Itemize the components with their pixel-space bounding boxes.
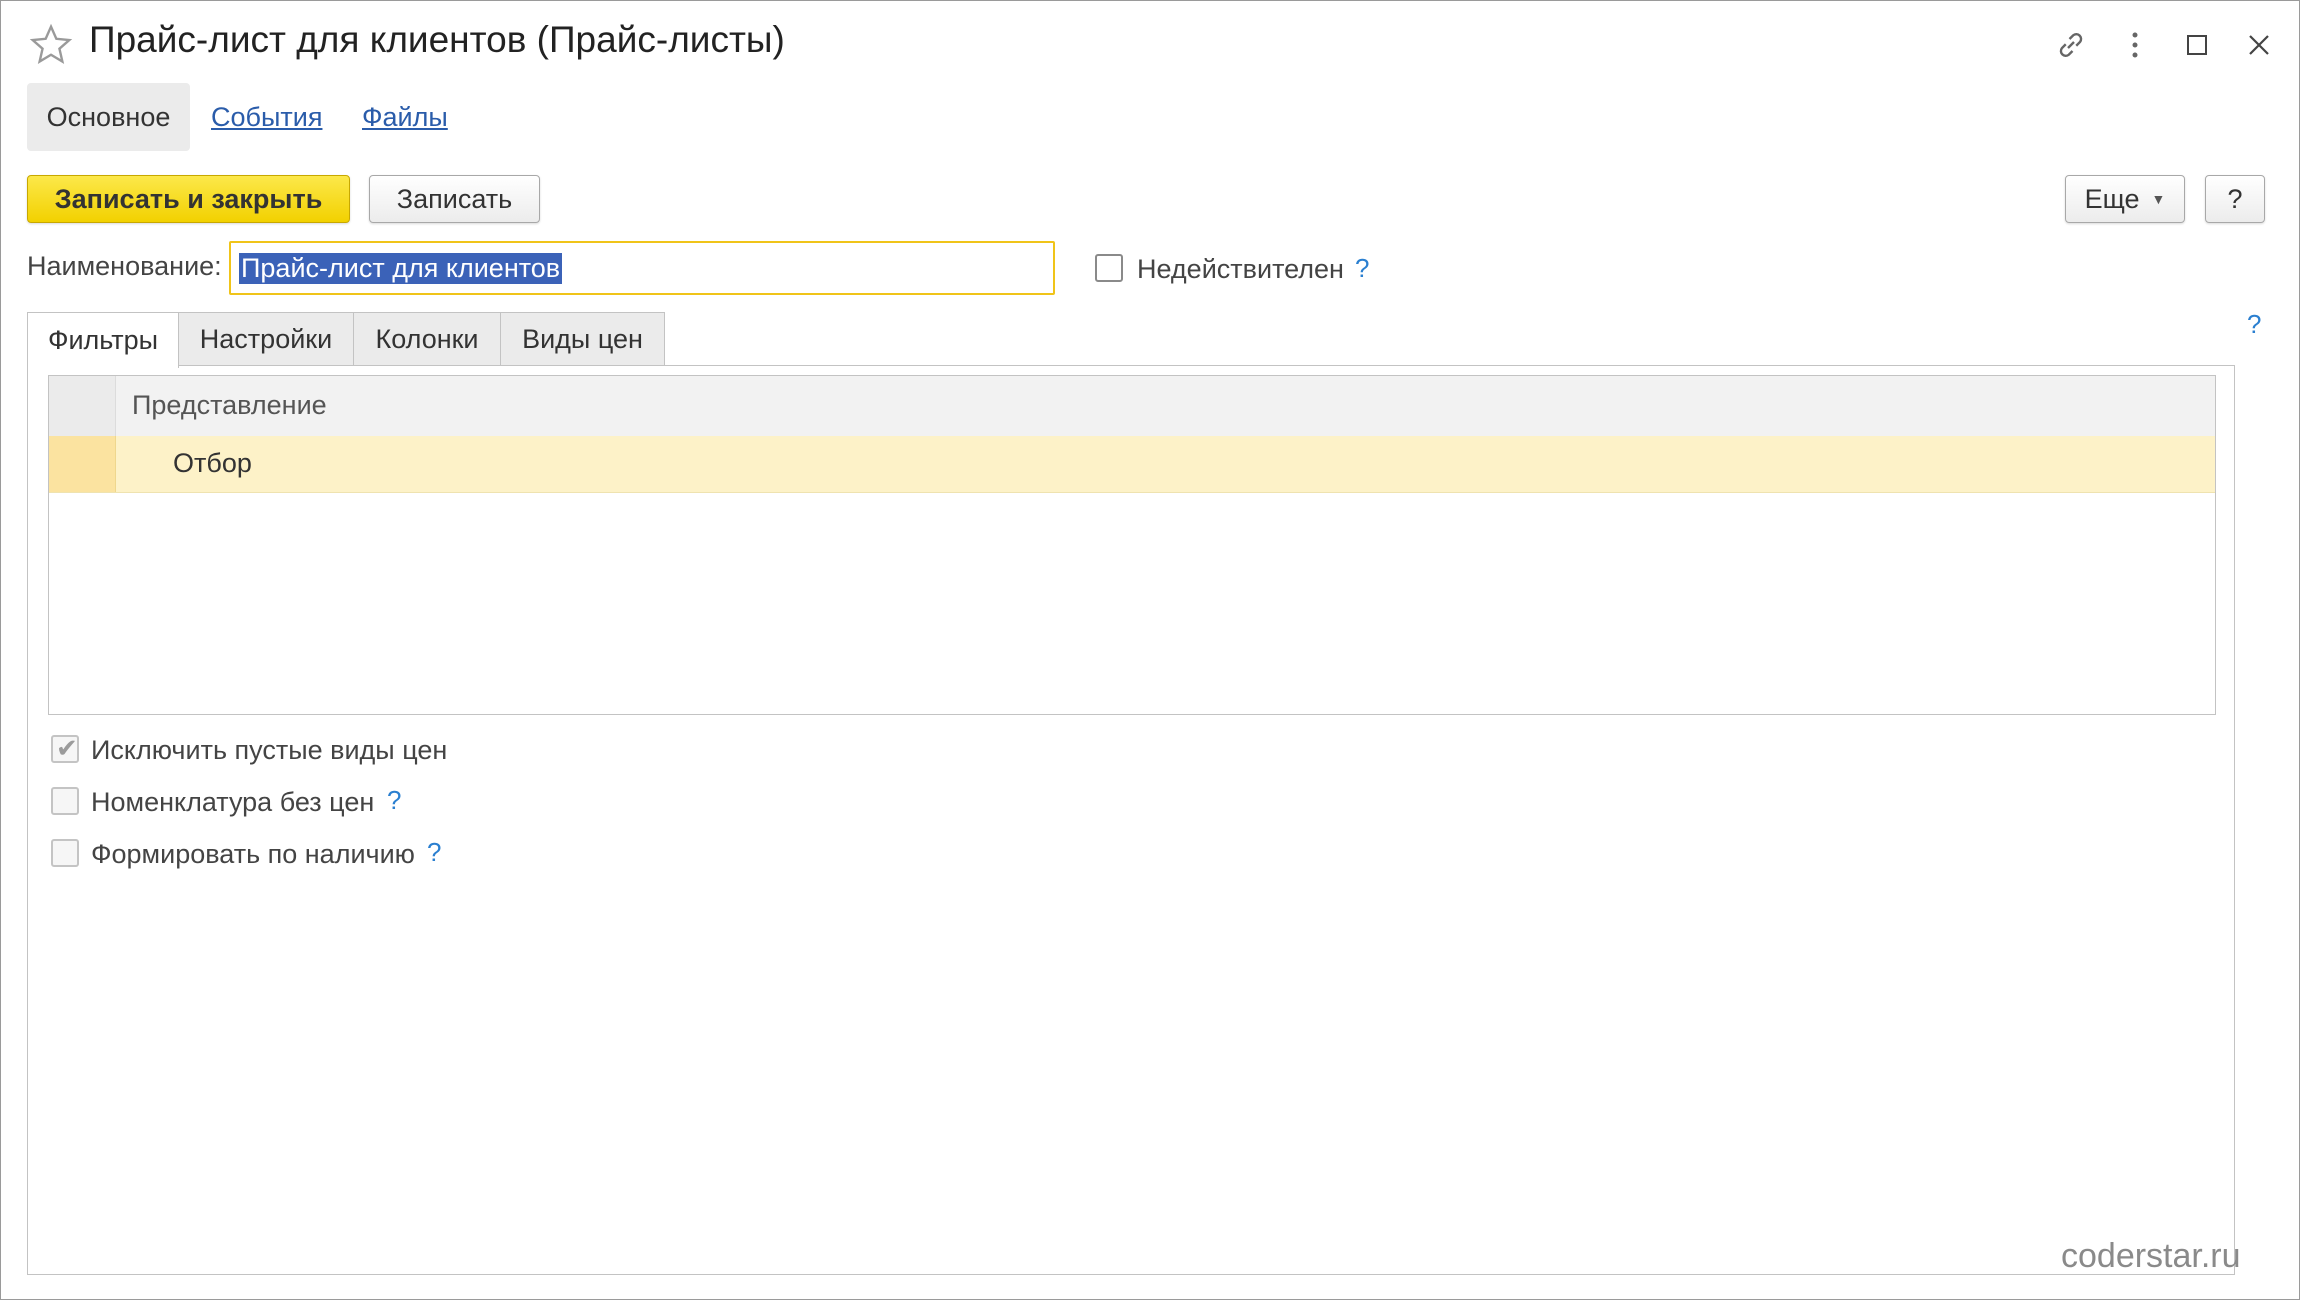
table-header-lead <box>49 376 116 436</box>
form-window: Прайс-лист для клиентов (Прайс-листы) Ос… <box>0 0 2300 1300</box>
name-input-value: Прайс-лист для клиентов <box>239 252 563 284</box>
table-row-text: Отбор <box>173 448 252 478</box>
checkmark-icon: ✔ <box>56 733 78 763</box>
tab-settings[interactable]: Настройки <box>178 312 354 366</box>
build-by-availability-checkbox[interactable] <box>51 839 79 867</box>
column-header-representation[interactable]: Представление <box>132 390 327 421</box>
invalid-label: Недействителен <box>1137 254 1344 284</box>
watermark: coderstar.ru <box>2061 1237 2241 1275</box>
tab-price-types[interactable]: Виды цен <box>500 312 665 366</box>
tab-filters[interactable]: Фильтры <box>27 312 179 368</box>
name-label: Наименование: <box>27 251 222 281</box>
invalid-help-icon[interactable]: ? <box>1355 253 1369 284</box>
exclude-empty-price-types-label: Исключить пустые виды цен <box>91 735 448 765</box>
exclude-empty-price-types-checkbox[interactable]: ✔ <box>51 735 79 763</box>
items-without-prices-label: Номенклатура без цен <box>91 787 375 817</box>
name-input[interactable]: Прайс-лист для клиентов <box>229 241 1055 295</box>
table-row[interactable]: Отбор <box>49 436 2215 493</box>
invalid-checkbox[interactable] <box>1095 254 1123 282</box>
items-without-prices-checkbox[interactable] <box>51 787 79 815</box>
dropdown-arrow-icon: ▼ <box>2151 191 2166 207</box>
maximize-icon[interactable] <box>2175 23 2219 67</box>
section-tab-files[interactable]: Файлы <box>362 83 448 151</box>
save-button[interactable]: Записать <box>369 175 540 223</box>
table-row-lead <box>49 436 116 492</box>
section-tab-events[interactable]: События <box>211 83 322 151</box>
build-by-availability-help-icon[interactable]: ? <box>427 837 441 868</box>
window-title: Прайс-лист для клиентов (Прайс-листы) <box>89 19 785 60</box>
close-icon[interactable] <box>2237 23 2281 67</box>
favorite-star-icon[interactable] <box>29 23 73 67</box>
save-and-close-button[interactable]: Записать и закрыть <box>27 175 350 223</box>
more-options-icon[interactable] <box>2113 23 2157 67</box>
help-button[interactable]: ? <box>2205 175 2265 223</box>
more-button-label: Еще <box>2084 183 2140 214</box>
build-by-availability-label: Формировать по наличию <box>91 839 415 869</box>
table-header: Представление <box>49 376 2215 437</box>
section-tab-main[interactable]: Основное <box>27 83 190 151</box>
link-icon[interactable] <box>2049 23 2093 67</box>
tab-columns[interactable]: Колонки <box>353 312 501 366</box>
items-without-prices-help-icon[interactable]: ? <box>387 785 401 816</box>
tabs-help-icon[interactable]: ? <box>2247 309 2261 340</box>
more-button[interactable]: Еще ▼ <box>2065 175 2185 223</box>
filters-table[interactable]: Представление Отбор <box>48 375 2216 715</box>
